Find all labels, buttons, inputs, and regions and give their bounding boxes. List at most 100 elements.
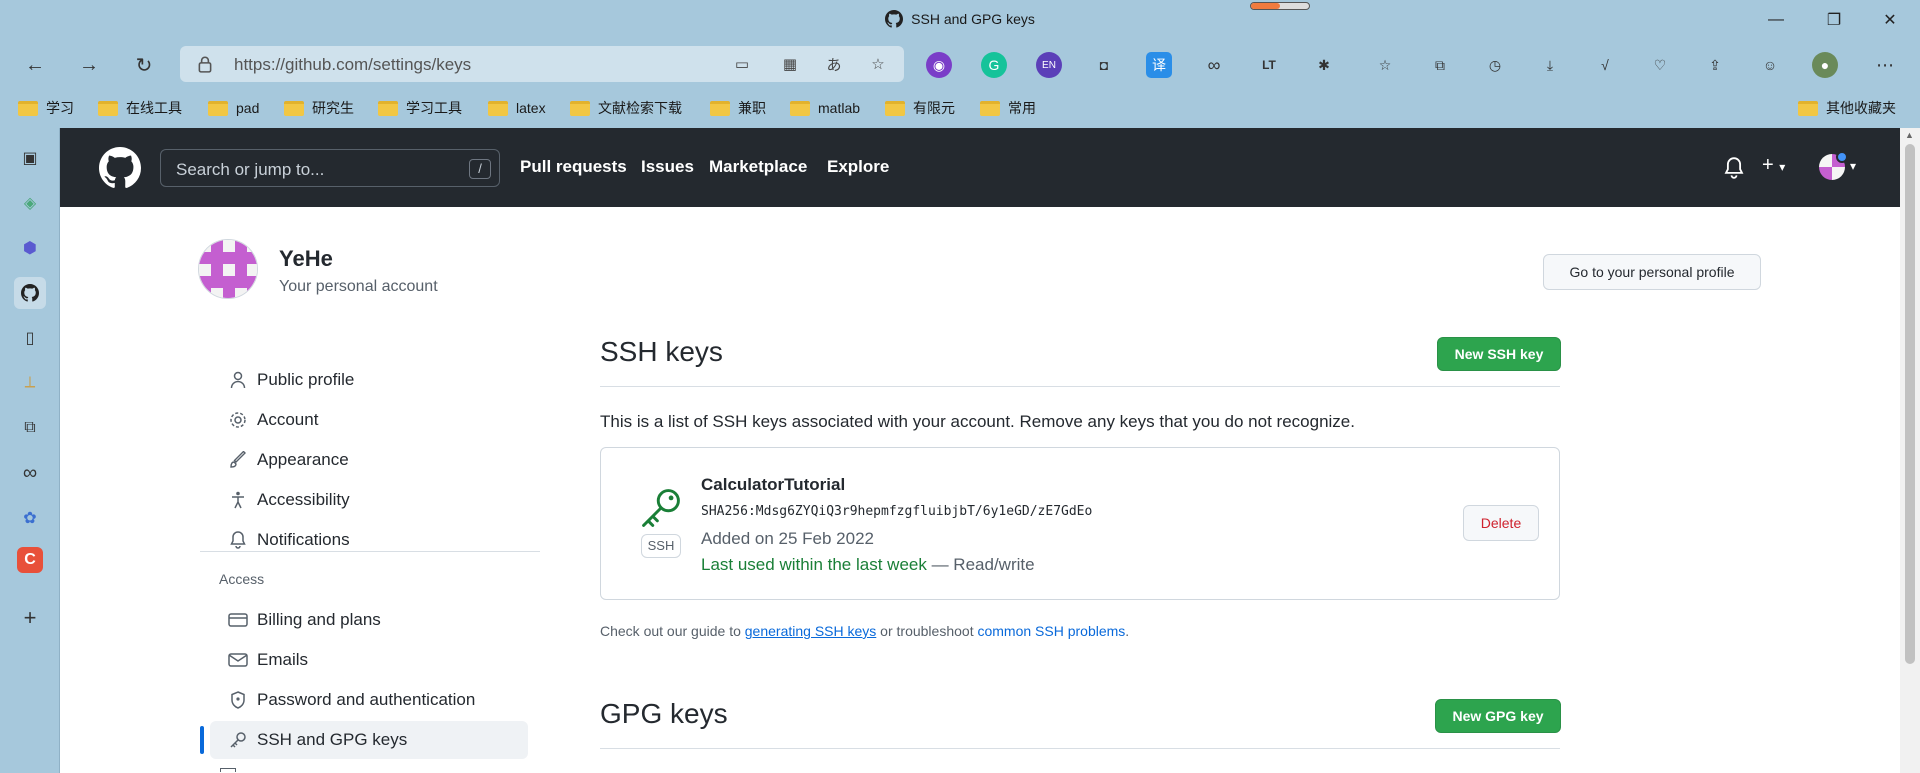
bookmark-folder[interactable]: 有限元 [885,96,955,120]
bookmark-folder[interactable]: 学习工具 [378,96,462,120]
bookmark-folder[interactable]: 兼职 [710,96,766,120]
extensions-icon[interactable]: ✱ [1311,52,1337,78]
chevron-down-icon[interactable]: ▾ [1850,159,1856,173]
menu-label: Emails [257,650,309,669]
url-text: https://github.com/settings/keys [234,55,472,74]
other-bookmarks[interactable]: 其他收藏夹 [1798,96,1896,120]
minimize-button[interactable]: — [1752,6,1800,34]
menu-label: Notifications [257,530,350,549]
downloads-icon[interactable]: ⤓ [1537,52,1563,78]
folder-icon [790,100,810,116]
en-extension-icon[interactable]: EN [1036,52,1062,78]
translate-icon[interactable]: あ [824,54,844,74]
nav-pull-requests[interactable]: Pull requests [520,157,627,177]
color-extension-icon[interactable]: ◉ [926,52,952,78]
bell-icon[interactable] [1724,157,1744,179]
pin-extension-icon[interactable]: ⟂ [14,367,46,399]
bookmark-folder[interactable]: 研究生 [284,96,354,120]
performance-icon[interactable]: ♡ [1647,52,1673,78]
go-to-profile-button[interactable]: Go to your personal profile [1543,254,1761,290]
accessibility-icon [227,490,249,510]
folder-icon [1798,100,1818,116]
menu-billing[interactable]: Billing and plans [210,601,528,639]
profile-avatar[interactable]: ● [1812,52,1838,78]
github-search-input[interactable]: Search or jump to... / [160,149,500,187]
bookmark-folder[interactable]: pad [208,96,259,120]
address-bar[interactable]: https://github.com/settings/keys ▭ ▦ あ ☆ [180,46,904,82]
apps-icon[interactable]: ▦ [780,54,800,74]
slash-shortcut-key: / [469,159,491,179]
menu-appearance[interactable]: Appearance [210,441,528,479]
menu-notifications[interactable]: Notifications [210,521,528,559]
bookmark-folder[interactable]: matlab [790,96,860,120]
back-button[interactable]: ← [18,48,52,82]
shield-extension-icon[interactable]: ◈ [14,187,46,219]
favorites-icon[interactable]: ☆ [1372,52,1398,78]
translator-extension-icon[interactable]: 译 [1146,52,1172,78]
lock-icon [198,56,212,73]
generating-ssh-keys-link[interactable]: generating SSH keys [745,623,877,639]
tab-actions-icon[interactable]: ▣ [14,142,46,174]
close-window-button[interactable]: ✕ [1866,6,1914,34]
bookmark-folder[interactable]: 常用 [980,96,1036,120]
grammarly-icon[interactable]: G [981,52,1007,78]
languagetool-icon[interactable]: LT [1256,52,1282,78]
nav-issues[interactable]: Issues [641,157,694,177]
gear-icon [227,410,249,430]
key-icon [227,730,249,750]
forward-button[interactable]: → [72,48,106,82]
restore-button[interactable]: ❐ [1810,6,1858,34]
github-logo[interactable] [99,147,141,189]
infinity-sidebar-icon[interactable]: ∞ [14,457,46,489]
hexagon-extension-icon[interactable]: ⬢ [14,232,46,264]
csdn-icon[interactable]: C [17,547,43,573]
mail-icon [227,650,249,670]
math-solver-icon[interactable]: √ [1592,52,1618,78]
bookmarks-bar: 学习 在线工具 pad 研究生 学习工具 latex 文献检索下载 兼职 mat… [0,88,1920,128]
document-icon[interactable]: ▯ [14,322,46,354]
menu-accessibility[interactable]: Accessibility [210,481,528,519]
github-sidebar-icon[interactable] [14,277,46,309]
scrollbar-thumb[interactable] [1905,144,1915,664]
folder-icon [378,100,398,116]
infinity-extension-icon[interactable]: ∞ [1201,52,1227,78]
menu-ssh-gpg-keys[interactable]: SSH and GPG keys [210,721,528,759]
nav-marketplace[interactable]: Marketplace [709,157,807,177]
account-name: YeHe [279,246,333,271]
create-new-icon[interactable]: + ▾ [1762,154,1785,177]
account-avatar[interactable] [198,239,258,299]
menu-public-profile[interactable]: Public profile [210,361,528,399]
shield-lock-icon [227,690,249,710]
refresh-button[interactable]: ↻ [127,48,161,82]
github-header: Search or jump to... / Pull requests Iss… [60,128,1900,207]
baidu-icon[interactable]: ✿ [14,502,46,534]
menu-label: SSH and GPG keys [257,730,408,749]
menu-account[interactable]: Account [210,401,528,439]
ssh-guide-text: Check out our guide to generating SSH ke… [600,623,1130,639]
more-options-icon[interactable]: ⋯ [1872,52,1898,78]
mask-extension-icon[interactable]: ◘ [1091,52,1117,78]
common-ssh-problems-link[interactable]: common SSH problems [977,623,1125,639]
delete-ssh-key-button[interactable]: Delete [1463,505,1539,541]
bookmark-folder[interactable]: 文献检索下载 [570,96,682,120]
add-sidebar-icon[interactable]: + [14,602,46,634]
device-icon[interactable]: ▭ [732,54,752,74]
new-ssh-key-button[interactable]: New SSH key [1437,337,1561,371]
bookmark-folder[interactable]: 学习 [18,96,74,120]
share-icon[interactable]: ⇪ [1702,52,1728,78]
nav-explore[interactable]: Explore [827,157,889,177]
folder-icon [710,100,730,116]
scroll-up-arrow[interactable]: ▲ [1905,130,1914,140]
bookmark-folder[interactable]: 在线工具 [98,96,182,120]
scan-icon[interactable]: ⧉ [14,412,46,444]
menu-emails[interactable]: Emails [210,641,528,679]
history-icon[interactable]: ◷ [1482,52,1508,78]
favorite-star-icon[interactable]: ☆ [868,54,888,74]
menu-password-auth[interactable]: Password and authentication [210,681,528,719]
page-scrollbar[interactable]: ▲ [1900,128,1920,773]
bell-icon [227,530,249,550]
feedback-icon[interactable]: ☺ [1757,52,1783,78]
new-gpg-key-button[interactable]: New GPG key [1435,699,1561,733]
collections-icon[interactable]: ⧉ [1427,52,1453,78]
bookmark-folder[interactable]: latex [488,96,546,120]
